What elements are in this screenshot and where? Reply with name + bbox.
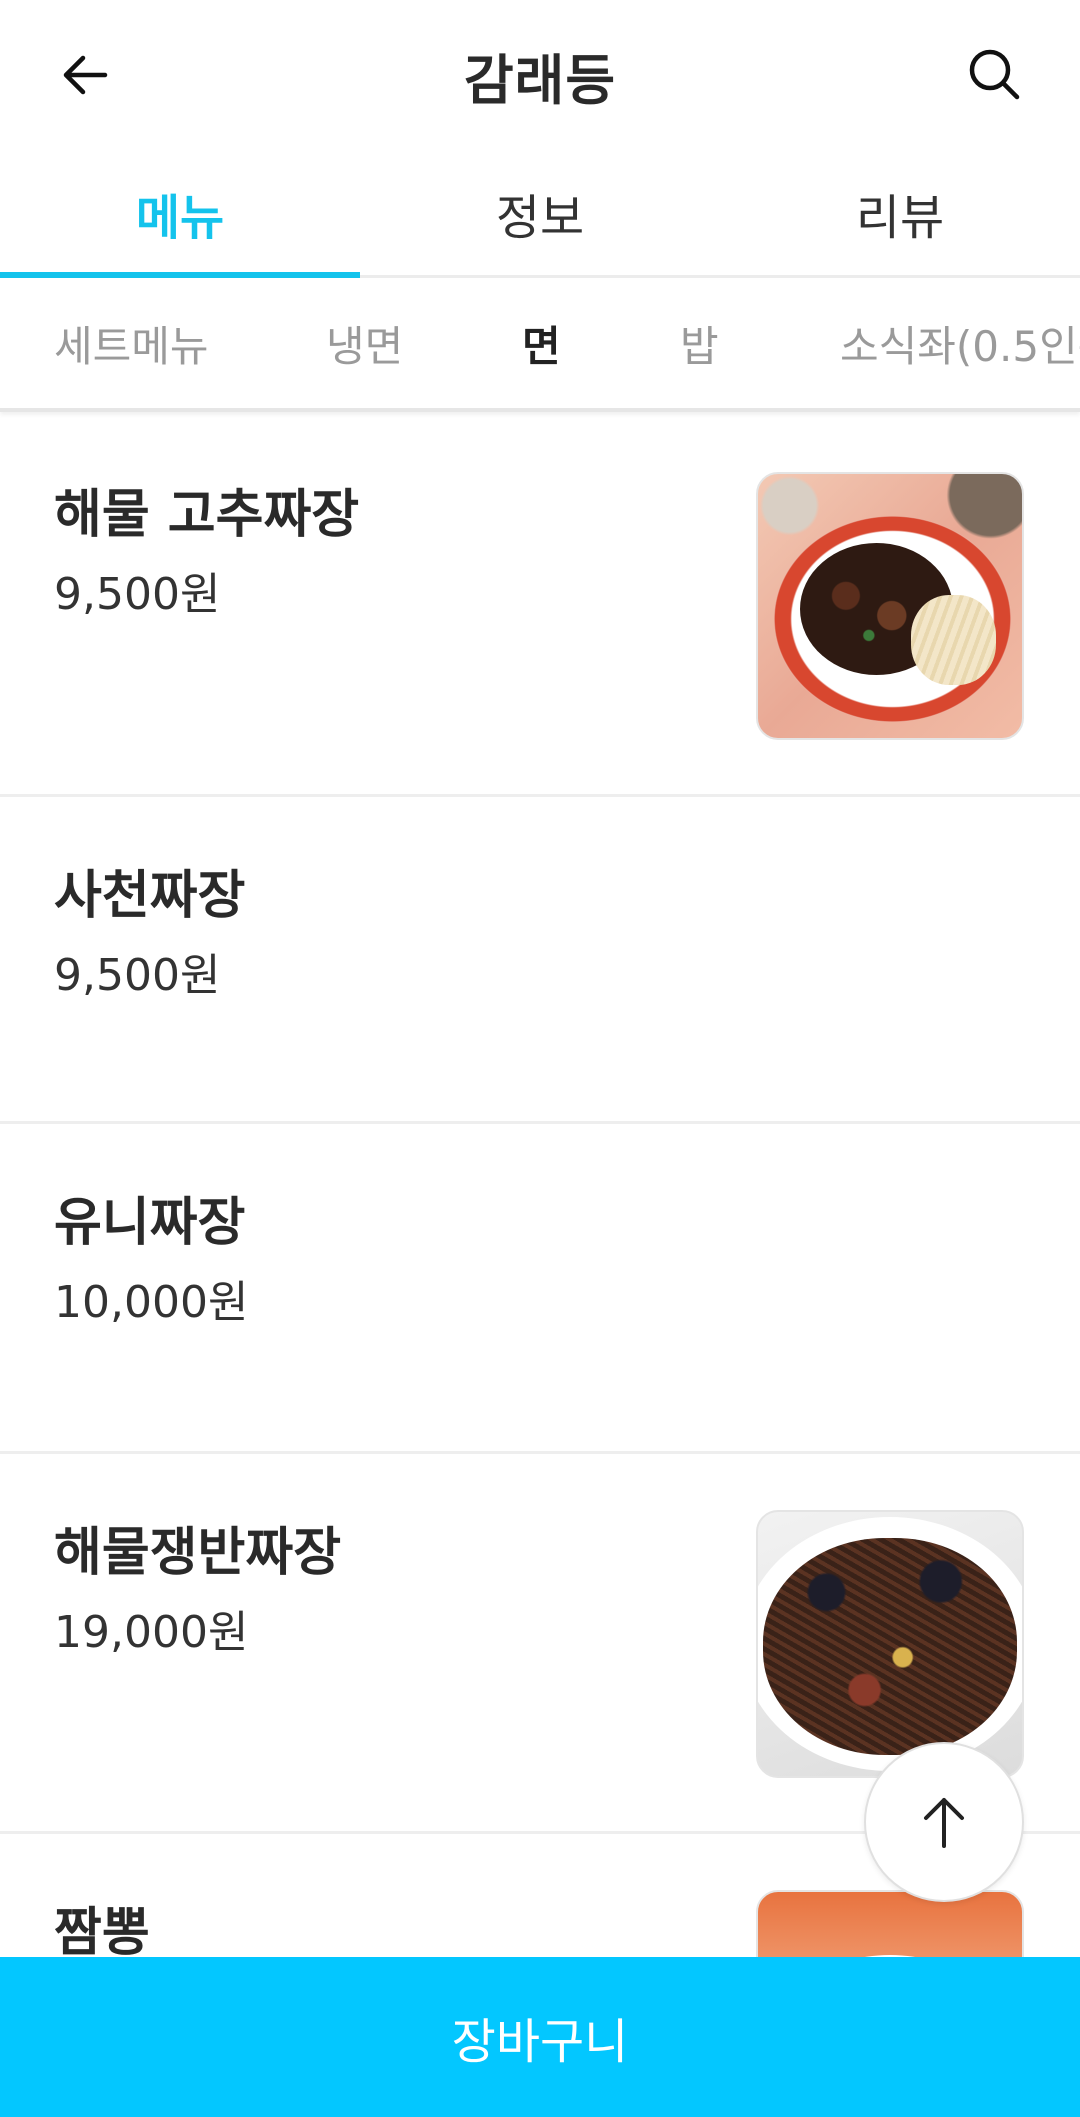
menu-item[interactable]: 유니짜장 10,000원 (0, 1124, 1080, 1454)
category-tab-small-portion[interactable]: 소식좌(0.5인분 (840, 278, 1080, 408)
menu-item-price: 9,500원 (54, 569, 221, 620)
app-root: 감래등 메뉴 정보 리뷰 세트메뉴 냉면 면 밥 소식좌(0.5인분 해물 고추… (0, 0, 1080, 2117)
tab-info[interactable]: 정보 (360, 150, 720, 275)
search-icon (969, 49, 1020, 100)
menu-item-name: 짬뽕 (54, 1903, 150, 1963)
cart-button[interactable]: 장바구니 (0, 1957, 1080, 2117)
category-tab-noodles[interactable]: 면 (522, 278, 561, 408)
main-tab-bar: 메뉴 정보 리뷰 (0, 150, 1080, 278)
category-tab-set-menu[interactable]: 세트메뉴 (54, 278, 209, 408)
top-app-bar: 감래등 (0, 0, 1080, 150)
menu-item-photo (756, 472, 1024, 740)
menu-item-name: 해물 고추짜장 (54, 485, 360, 545)
menu-item-name: 사천짜장 (54, 866, 246, 926)
tab-menu[interactable]: 메뉴 (0, 150, 360, 278)
tab-review[interactable]: 리뷰 (720, 150, 1080, 275)
menu-item-photo (756, 1510, 1024, 1778)
store-title: 감래등 (463, 49, 617, 112)
category-tab-rice[interactable]: 밥 (680, 278, 719, 408)
menu-item-price: 19,000원 (54, 1607, 249, 1658)
category-tab-bar: 세트메뉴 냉면 면 밥 소식좌(0.5인분 (0, 278, 1080, 412)
arrow-up-icon (924, 1798, 964, 1848)
menu-item-price: 9,500원 (54, 950, 221, 1001)
category-tab-naengmyeon[interactable]: 냉면 (326, 278, 403, 408)
menu-item-name: 유니짜장 (54, 1193, 246, 1253)
menu-item[interactable]: 사천짜장 9,500원 (0, 797, 1080, 1124)
menu-item[interactable]: 해물 고추짜장 9,500원 (0, 416, 1080, 797)
scroll-to-top-button[interactable] (864, 1742, 1024, 1902)
menu-item-name: 해물쟁반짜장 (54, 1523, 342, 1583)
menu-item-price: 10,000원 (54, 1277, 249, 1328)
search-button[interactable] (950, 35, 1040, 115)
